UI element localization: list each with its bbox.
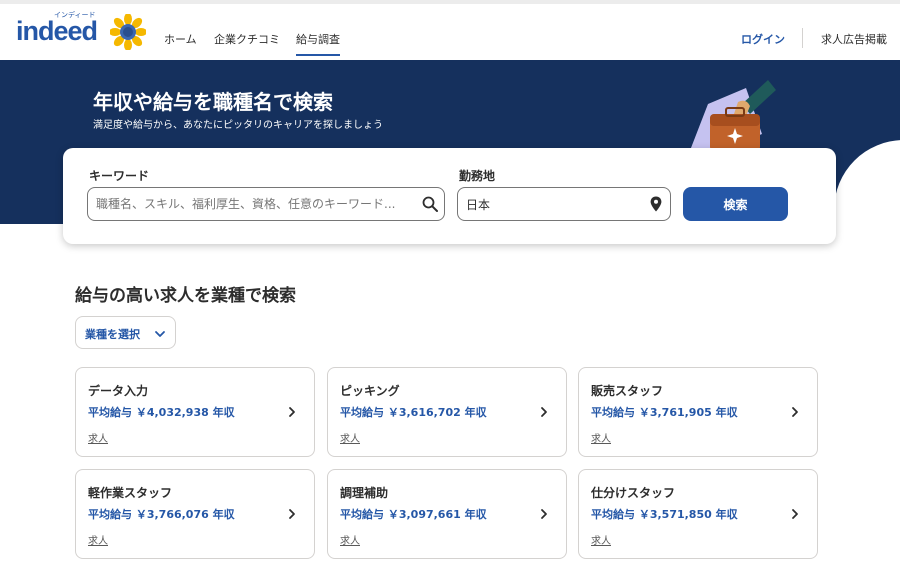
category-select-label: 業種を選択	[85, 328, 140, 341]
sunflower-icon	[110, 14, 146, 50]
location-field[interactable]	[457, 187, 671, 221]
job-card-sales-staff[interactable]: 販売スタッフ 平均給与 ￥3,761,905 年収 求人	[578, 367, 818, 457]
job-listings-link[interactable]: 求人	[340, 532, 360, 547]
job-listings-link[interactable]: 求人	[88, 430, 108, 445]
job-salary: 平均給与 ￥4,032,938 年収	[88, 406, 235, 419]
nav-company-reviews[interactable]: 企業クチコミ	[214, 31, 280, 47]
search-card: キーワード 勤務地 検索	[63, 148, 836, 244]
nav-salary-search[interactable]: 給与調査	[296, 31, 340, 56]
hero-subtitle: 満足度や給与から、あなたにピッタリのキャリアを探しましょう	[93, 120, 383, 131]
job-listings-link[interactable]: 求人	[591, 430, 611, 445]
job-listings-link[interactable]: 求人	[340, 430, 360, 445]
nav-home[interactable]: ホーム	[164, 31, 197, 47]
job-card-picking[interactable]: ピッキング 平均給与 ￥3,616,702 年収 求人	[327, 367, 567, 457]
chevron-right-icon	[541, 509, 547, 519]
header-divider	[802, 28, 803, 48]
job-card-sorting-staff[interactable]: 仕分けスタッフ 平均給与 ￥3,571,850 年収 求人	[578, 469, 818, 559]
login-link[interactable]: ログイン	[741, 31, 785, 47]
job-salary: 平均給与 ￥3,761,905 年収	[591, 406, 738, 419]
section-title: 給与の高い求人を業種で検索	[75, 286, 296, 306]
keyword-field[interactable]	[87, 187, 445, 221]
site-header: indeed インディード ホーム 企業クチコミ 給与調査 ログイン 求人広告掲…	[0, 4, 900, 60]
job-listings-link[interactable]: 求人	[88, 532, 108, 547]
keyword-label: キーワード	[89, 169, 150, 183]
chevron-right-icon	[289, 407, 295, 417]
job-title: ピッキング	[340, 384, 400, 398]
job-title: 販売スタッフ	[591, 384, 664, 398]
location-pin-icon	[650, 196, 662, 212]
post-job-link[interactable]: 求人広告掲載	[821, 31, 887, 47]
search-button[interactable]: 検索	[683, 187, 788, 221]
job-card-light-work-staff[interactable]: 軽作業スタッフ 平均給与 ￥3,766,076 年収 求人	[75, 469, 315, 559]
logo-kana: インディード	[54, 11, 96, 19]
category-select[interactable]: 業種を選択	[75, 316, 176, 349]
chevron-right-icon	[792, 509, 798, 519]
job-listings-link[interactable]: 求人	[591, 532, 611, 547]
job-title: 軽作業スタッフ	[88, 486, 173, 500]
search-icon[interactable]	[422, 196, 438, 212]
job-card-cooking-assistant[interactable]: 調理補助 平均給与 ￥3,097,661 年収 求人	[327, 469, 567, 559]
job-salary: 平均給与 ￥3,571,850 年収	[591, 508, 738, 521]
location-input[interactable]	[466, 188, 646, 220]
job-title: 仕分けスタッフ	[591, 486, 676, 500]
logo-wordmark: indeed	[16, 16, 98, 46]
hero-curve-decoration	[834, 140, 900, 224]
location-label: 勤務地	[459, 169, 496, 183]
job-salary: 平均給与 ￥3,097,661 年収	[340, 508, 487, 521]
chevron-right-icon	[792, 407, 798, 417]
briefcase-icon	[687, 80, 776, 156]
chevron-right-icon	[541, 407, 547, 417]
job-title: データ入力	[88, 384, 149, 398]
hero-title: 年収や給与を職種名で検索	[93, 90, 333, 114]
job-salary: 平均給与 ￥3,616,702 年収	[340, 406, 487, 419]
job-salary: 平均給与 ￥3,766,076 年収	[88, 508, 235, 521]
indeed-logo[interactable]: indeed インディード	[16, 11, 98, 46]
keyword-input[interactable]	[96, 188, 416, 220]
job-title: 調理補助	[340, 486, 389, 500]
job-card-data-entry[interactable]: データ入力 平均給与 ￥4,032,938 年収 求人	[75, 367, 315, 457]
chevron-right-icon	[289, 509, 295, 519]
chevron-down-icon	[155, 331, 165, 337]
